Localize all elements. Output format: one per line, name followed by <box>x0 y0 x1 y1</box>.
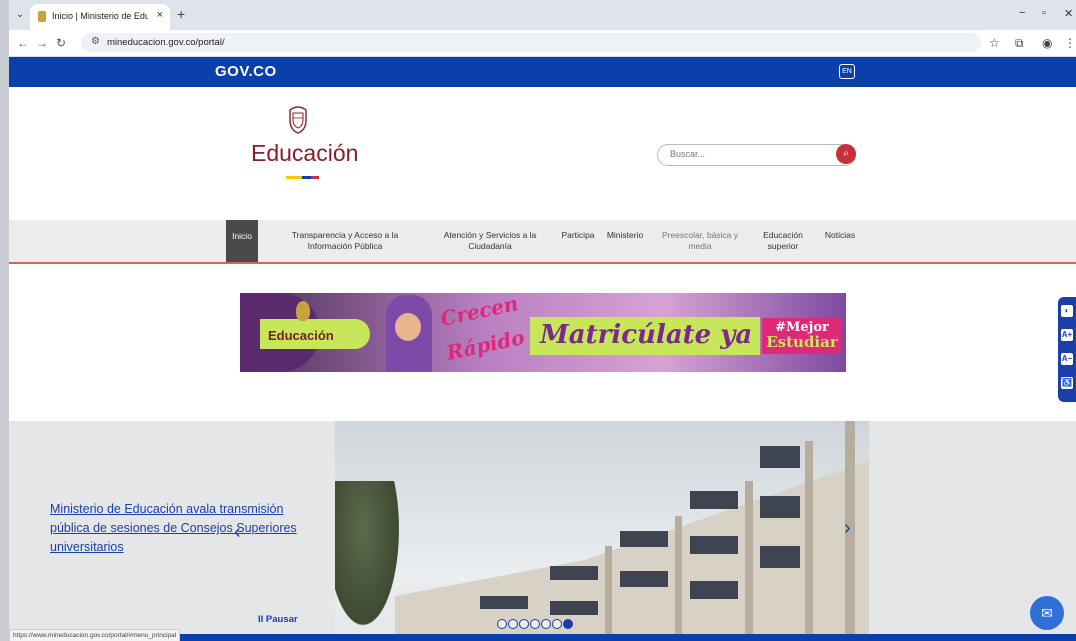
menu-item-preescolar[interactable]: Preescolar, básica y media <box>657 230 743 252</box>
banner-rapido: Rápido <box>444 325 527 365</box>
menu-item-inicio[interactable]: Inicio <box>226 220 258 262</box>
menu-item-ministerio[interactable]: Ministerio <box>603 230 647 241</box>
menu-item-atencion[interactable]: Atención y Servicios a la Ciudadanía <box>437 230 543 252</box>
tab-search-icon[interactable]: ⌄ <box>13 8 27 22</box>
menu-item-noticias[interactable]: Noticias <box>819 230 861 241</box>
menu-item-transparencia[interactable]: Transparencia y Acceso a la Información … <box>285 230 405 252</box>
search-box: ⌕ <box>657 144 856 166</box>
carousel-photo <box>335 421 869 641</box>
building-window <box>760 446 800 468</box>
crest-logo-icon <box>289 106 307 134</box>
chat-icon[interactable]: ✉ <box>1030 596 1064 630</box>
back-icon[interactable]: ← <box>17 36 29 50</box>
browser-tab[interactable]: Inicio | Ministerio de Educación × <box>30 4 170 30</box>
contrast-icon[interactable]: ◐ <box>1061 305 1073 317</box>
sign-language-icon[interactable]: ♿ <box>1061 377 1073 389</box>
carousel-dot[interactable] <box>541 619 551 629</box>
building-window <box>550 566 598 580</box>
building-column <box>605 546 612 641</box>
new-tab-button[interactable]: + <box>177 6 185 22</box>
banner-hashtag-bottom: Estudiar <box>766 333 838 351</box>
banner-crest-icon <box>296 301 310 321</box>
site-favicon-icon <box>38 11 46 22</box>
carousel-dot[interactable] <box>497 619 507 629</box>
building-window <box>690 491 738 509</box>
bookmark-star-icon[interactable]: ☆ <box>989 36 1000 50</box>
font-increase-icon[interactable]: A+ <box>1061 329 1073 341</box>
gov-bar: GOV.CO EN <box>9 57 1076 87</box>
main-menu: Inicio Transparencia y Acceso a la Infor… <box>9 220 1076 264</box>
carousel-dot[interactable] <box>519 619 529 629</box>
tab-title: Inicio | Ministerio de Educación <box>52 11 148 21</box>
search-input[interactable] <box>668 148 832 160</box>
forward-icon[interactable]: → <box>36 36 48 50</box>
extensions-icon[interactable]: ⧉ <box>1015 36 1024 51</box>
banner-brand: Educación <box>268 328 334 343</box>
carousel-dot[interactable] <box>530 619 540 629</box>
tab-strip: ⌄ Inicio | Ministerio de Educación × + −… <box>9 0 1076 30</box>
banner-crecen: Crecen <box>438 293 521 331</box>
promo-banner[interactable]: Educación Crecen Rápido Matricúlate ya #… <box>240 293 846 372</box>
menu-dots-icon[interactable]: ⋮ <box>1064 36 1076 50</box>
menu-item-participa[interactable]: Participa <box>559 230 597 241</box>
site-brand-title[interactable]: Educación <box>251 140 358 167</box>
carousel-dot[interactable] <box>563 619 573 629</box>
restore-icon[interactable]: ▫ <box>1042 7 1046 19</box>
accessibility-toolbar: ◐ A+ A− ♿ <box>1058 297 1076 402</box>
language-en-button[interactable]: EN <box>839 64 855 79</box>
building-window <box>620 531 668 547</box>
carousel-dot[interactable] <box>508 619 518 629</box>
url-text[interactable]: mineducacion.gov.co/portal/ <box>107 37 225 48</box>
building-column <box>805 441 813 641</box>
building-window <box>690 536 738 554</box>
building-column <box>745 481 753 641</box>
font-decrease-icon[interactable]: A− <box>1061 353 1073 365</box>
banner-hashtag: #Mejor Estudiar <box>762 318 842 354</box>
site-info-icon[interactable]: ⚙ <box>91 36 100 47</box>
menu-item-educacion-superior[interactable]: Educación superior <box>755 230 811 252</box>
carousel-prev-icon[interactable]: ‹ <box>234 521 241 544</box>
gov-co-logo[interactable]: GOV.CO <box>215 63 277 80</box>
building-window <box>760 546 800 568</box>
building-window <box>550 601 598 615</box>
close-window-icon[interactable]: ✕ <box>1064 7 1073 20</box>
browser-window: ⌄ Inicio | Ministerio de Educación × + −… <box>9 0 1076 641</box>
banner-child-face <box>395 313 421 341</box>
carousel-dot[interactable] <box>552 619 562 629</box>
carousel-next-icon[interactable]: › <box>844 517 851 540</box>
carousel-pause-button[interactable]: II Pausar <box>258 614 298 625</box>
browser-toolbar: ← → ↻ ⚙ mineducacion.gov.co/portal/ ☆ ⧉ … <box>9 30 1076 57</box>
profile-icon[interactable]: ◉ <box>1042 36 1052 50</box>
link-status-bar: https://www.mineducacion.gov.co/portal/#… <box>9 629 181 641</box>
carousel-headline-link[interactable]: Ministerio de Educación avala transmisió… <box>50 500 300 557</box>
tab-close-icon[interactable]: × <box>157 9 163 21</box>
photo-tree <box>335 481 405 641</box>
search-icon[interactable]: ⌕ <box>836 144 856 164</box>
address-bar[interactable]: ⚙ mineducacion.gov.co/portal/ <box>81 33 981 52</box>
flag-stripe <box>286 176 319 179</box>
minimize-icon[interactable]: − <box>1019 7 1025 19</box>
building-column <box>675 516 682 641</box>
building-window <box>760 496 800 518</box>
news-carousel: Ministerio de Educación avala transmisió… <box>9 421 1076 641</box>
banner-headline: Matricúlate ya <box>540 320 753 350</box>
building-window <box>620 571 668 587</box>
building-window <box>480 596 528 609</box>
carousel-dots <box>497 616 574 629</box>
building-window <box>690 581 738 599</box>
reload-icon[interactable]: ↻ <box>56 36 66 50</box>
